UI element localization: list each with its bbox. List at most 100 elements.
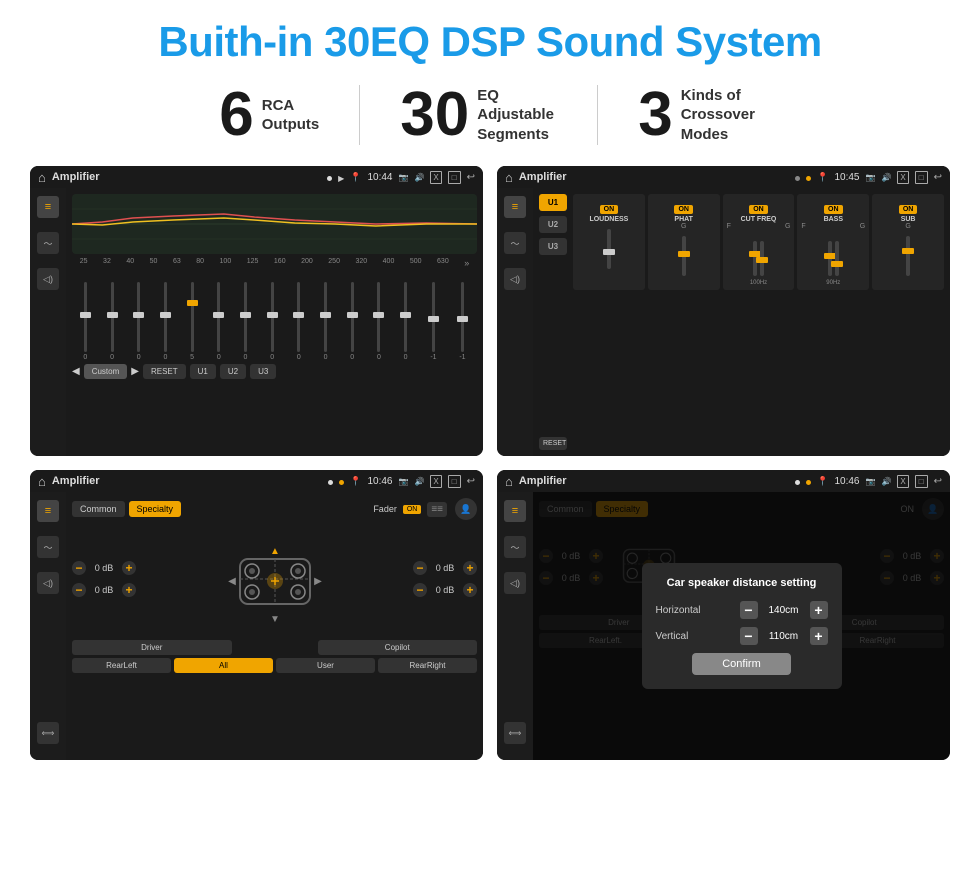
eq-slider-8: 0 bbox=[297, 282, 301, 361]
home-icon-3: ⌂ bbox=[38, 474, 46, 489]
right-db-col: − 0 dB + − 0 dB + bbox=[413, 561, 477, 597]
eq-slider-0: 0 bbox=[83, 282, 87, 361]
eq-sliders: 0 0 0 0 5 0 0 0 0 0 0 0 0 -1 -1 bbox=[72, 271, 477, 361]
dots-4 bbox=[795, 472, 811, 490]
cutfreq-sliders bbox=[727, 230, 791, 280]
fader-on-badge: ON bbox=[403, 505, 422, 514]
db-plus-3[interactable]: + bbox=[463, 561, 477, 575]
screens-grid: ⌂ Amplifier ▶ 📍 10:44 📷 🔊 X □ ↩ ≡ 〜 bbox=[30, 166, 950, 760]
eq-curve-svg bbox=[72, 194, 477, 254]
dialog-horizontal-label: Horizontal bbox=[656, 605, 701, 616]
sidebar-wave-icon[interactable]: 〜 bbox=[37, 232, 59, 254]
dialog-horizontal-row: Horizontal − 140cm + bbox=[656, 601, 828, 619]
location-icon-1: 📍 bbox=[350, 172, 361, 183]
stats-row: 6 RCAOutputs 30 EQ AdjustableSegments 3 … bbox=[30, 84, 950, 146]
crossover-presets: U1 U2 U3 RESET bbox=[539, 194, 567, 450]
stat-eq-number: 30 bbox=[400, 84, 469, 146]
cam-icon-3: 📷 bbox=[398, 477, 408, 486]
fader-driver-btn[interactable]: Driver bbox=[72, 640, 232, 655]
sidebar-wave-icon-4[interactable]: 〜 bbox=[504, 536, 526, 558]
back-icon-1: ↩ bbox=[467, 172, 475, 183]
dialog-horizontal-plus[interactable]: + bbox=[810, 601, 828, 619]
eq-u1-btn[interactable]: U1 bbox=[190, 364, 216, 379]
bat-icon-4: □ bbox=[915, 475, 928, 488]
fader-all-btn[interactable]: All bbox=[174, 658, 273, 673]
vol-icon-1: 🔊 bbox=[414, 173, 424, 182]
crossover-controls: ON LOUDNESS ON PHAT G bbox=[573, 194, 944, 450]
eq-u2-btn[interactable]: U2 bbox=[220, 364, 246, 379]
fader-tab-specialty[interactable]: Specialty bbox=[129, 501, 182, 517]
eq-slider-3: 0 bbox=[163, 282, 167, 361]
db-plus-1[interactable]: + bbox=[122, 561, 136, 575]
db-minus-1[interactable]: − bbox=[72, 561, 86, 575]
home-icon-2: ⌂ bbox=[505, 170, 513, 185]
left-db-col: − 0 dB + − 0 dB + bbox=[72, 561, 136, 597]
stat-rca: 6 RCAOutputs bbox=[179, 84, 359, 146]
screen-3-title: Amplifier bbox=[52, 475, 322, 487]
location-icon-2: 📍 bbox=[817, 172, 828, 183]
sidebar-eq-icon-4[interactable]: ≡ bbox=[504, 500, 526, 522]
sidebar-eq-icon-2[interactable]: ≡ bbox=[504, 196, 526, 218]
sidebar-wave-icon-2[interactable]: 〜 bbox=[504, 232, 526, 254]
control-phat: ON PHAT G bbox=[648, 194, 720, 290]
dialog-vertical-minus[interactable]: − bbox=[740, 627, 758, 645]
svg-text:◀: ◀ bbox=[228, 576, 236, 587]
eq-next-btn[interactable]: ▶ bbox=[131, 366, 139, 377]
reset-btn-crossover[interactable]: RESET bbox=[539, 437, 567, 450]
db-minus-3[interactable]: − bbox=[413, 561, 427, 575]
confirm-button[interactable]: Confirm bbox=[692, 653, 791, 675]
eq-prev-btn[interactable]: ◀ bbox=[72, 366, 80, 377]
vol-icon-2: 🔊 bbox=[881, 173, 891, 182]
eq-custom-btn[interactable]: Custom bbox=[84, 364, 128, 379]
wifi-icon-3: X bbox=[430, 475, 441, 488]
sidebar-eq-icon[interactable]: ≡ bbox=[37, 196, 59, 218]
sidebar-volume-icon-3[interactable]: ◁) bbox=[37, 572, 59, 594]
stat-eq: 30 EQ AdjustableSegments bbox=[360, 84, 597, 146]
eq-reset-btn[interactable]: RESET bbox=[143, 364, 186, 379]
preset-u3[interactable]: U3 bbox=[539, 238, 567, 255]
fader-copilot-btn[interactable]: Copilot bbox=[318, 640, 478, 655]
time-4: 10:46 bbox=[834, 476, 859, 487]
stat-rca-number: 6 bbox=[219, 84, 253, 146]
fader-main: Common Specialty Fader ON ≡≡ 👤 − bbox=[66, 492, 483, 760]
fader-bottom-btns: Driver Copilot bbox=[72, 640, 477, 655]
cam-icon-1: 📷 bbox=[398, 173, 408, 182]
eq-bottom-bar: ◀ Custom ▶ RESET U1 U2 U3 bbox=[72, 364, 477, 379]
eq-u3-btn[interactable]: U3 bbox=[250, 364, 276, 379]
bass-sliders bbox=[801, 230, 865, 280]
db-plus-4[interactable]: + bbox=[463, 583, 477, 597]
db-minus-4[interactable]: − bbox=[413, 583, 427, 597]
sidebar-volume-icon-2[interactable]: ◁) bbox=[504, 268, 526, 290]
fader-rearleft-btn[interactable]: RearLeft bbox=[72, 658, 171, 673]
eq-slider-2: 0 bbox=[137, 282, 141, 361]
dots-1: ▶ bbox=[327, 168, 345, 186]
screen-3-body: ≡ 〜 ◁) ⟺ Common Specialty Fader ON ≡≡ 👤 bbox=[30, 492, 483, 760]
fader-person-icon[interactable]: 👤 bbox=[455, 498, 477, 520]
eq-graph bbox=[72, 194, 477, 254]
fader-user-btn[interactable]: User bbox=[276, 658, 375, 673]
sidebar-volume-icon[interactable]: ◁) bbox=[37, 268, 59, 290]
bass-on: ON bbox=[824, 205, 843, 214]
screen-4-title: Amplifier bbox=[519, 475, 789, 487]
dialog-horizontal-minus[interactable]: − bbox=[740, 601, 758, 619]
db-plus-2[interactable]: + bbox=[122, 583, 136, 597]
sidebar-wave-icon-3[interactable]: 〜 bbox=[37, 536, 59, 558]
sidebar-expand-icon-4[interactable]: ⟺ bbox=[504, 722, 526, 744]
screen-1-title: Amplifier bbox=[52, 171, 321, 183]
back-icon-3: ↩ bbox=[467, 476, 475, 487]
fader-rearright-btn[interactable]: RearRight bbox=[378, 658, 477, 673]
preset-u2[interactable]: U2 bbox=[539, 216, 567, 233]
fader-adjust-icon[interactable]: ≡≡ bbox=[427, 502, 447, 517]
svg-text:▼: ▼ bbox=[270, 614, 280, 625]
screen-3-sidebar: ≡ 〜 ◁) ⟺ bbox=[30, 492, 66, 760]
screen-crossover: ⌂ Amplifier 📍 10:45 📷 🔊 X □ ↩ ≡ 〜 ◁) bbox=[497, 166, 950, 456]
db-minus-2[interactable]: − bbox=[72, 583, 86, 597]
sidebar-eq-icon-3[interactable]: ≡ bbox=[37, 500, 59, 522]
fader-tab-common[interactable]: Common bbox=[72, 501, 125, 517]
svg-text:▲: ▲ bbox=[270, 546, 280, 557]
preset-u1[interactable]: U1 bbox=[539, 194, 567, 211]
dialog-vertical-plus[interactable]: + bbox=[810, 627, 828, 645]
sidebar-volume-icon-4[interactable]: ◁) bbox=[504, 572, 526, 594]
sidebar-expand-icon-3[interactable]: ⟺ bbox=[37, 722, 59, 744]
db-val-4: 0 dB bbox=[430, 585, 460, 595]
